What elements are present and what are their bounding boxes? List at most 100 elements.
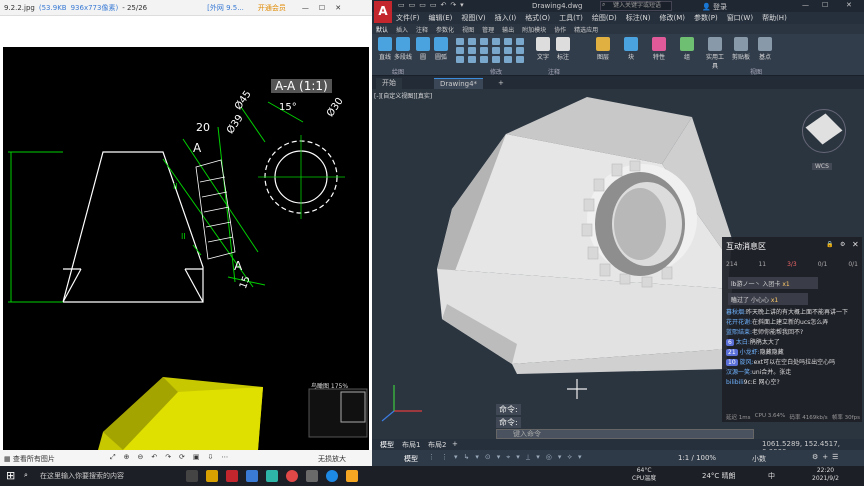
tab-start[interactable]: 开始 xyxy=(376,78,402,89)
modify-tool-icon[interactable] xyxy=(492,47,500,54)
cpu-temp-widget[interactable]: 64°C CPU温度 xyxy=(632,467,656,483)
status-model-button[interactable]: 模型 xyxy=(404,454,418,464)
user-icon[interactable]: 👤 登录 xyxy=(702,2,727,12)
app-icon-4[interactable] xyxy=(306,470,318,482)
menu-item-11[interactable]: 帮助(H) xyxy=(762,13,787,23)
ribbon-group-label[interactable]: 绘图 xyxy=(392,67,404,76)
modify-tool-icon[interactable] xyxy=(480,38,488,45)
modify-tool-icon[interactable] xyxy=(468,56,476,63)
modify-tool-icon[interactable] xyxy=(516,47,524,54)
menu-item-6[interactable]: 绘图(D) xyxy=(592,13,617,23)
menu-item-8[interactable]: 修改(M) xyxy=(659,13,685,23)
ribbon-tab-8[interactable]: 协作 xyxy=(554,25,566,34)
app-icon-3[interactable] xyxy=(286,470,298,482)
menu-item-1[interactable]: 编辑(E) xyxy=(429,13,453,23)
viewport-label[interactable]: [-][自定义视图][真实] xyxy=(374,91,432,100)
modify-tool-icon[interactable] xyxy=(468,38,476,45)
taskbar-search-input[interactable]: 在这里输入你要搜索的内容 xyxy=(40,471,124,481)
keyword-search-input[interactable]: 键入关键字或短语 xyxy=(600,1,672,11)
status-right-icons[interactable]: ⚙+☰ xyxy=(812,453,842,461)
modify-tool-icon[interactable] xyxy=(480,47,488,54)
modify-tool-icon[interactable] xyxy=(480,56,488,63)
viewer-tool-icons[interactable]: ⤢⊕⊖↶↷⟳▣⇩⋯ xyxy=(110,453,236,462)
ribbon-button-10[interactable]: 实用工具 xyxy=(704,37,726,70)
minimize-icon[interactable]: — xyxy=(302,4,309,12)
lossless-zoom-button[interactable]: 无损放大 xyxy=(318,454,346,464)
chat-username[interactable]: bilibili xyxy=(726,379,744,386)
edge-icon[interactable] xyxy=(326,470,338,482)
ribbon-group-label[interactable]: 注释 xyxy=(548,67,560,76)
drafting-toggle-icons[interactable]: ⋮⋮▾↳▾⊙▾⌖▾⟂▾◎▾⟡▾ xyxy=(428,453,588,462)
autocad-logo-icon[interactable]: A xyxy=(374,1,392,23)
weather-widget[interactable]: 24°C 晴朗 xyxy=(702,471,736,481)
annotation-scale[interactable]: 1:1 / 100% xyxy=(678,454,716,462)
close-icon[interactable]: ✕ xyxy=(335,4,341,12)
modify-tool-icon[interactable] xyxy=(468,47,476,54)
ribbon-tab-4[interactable]: 视图 xyxy=(462,25,474,34)
clock[interactable]: 22:20 2021/9/2 xyxy=(812,467,839,483)
ribbon-tab-6[interactable]: 输出 xyxy=(502,25,514,34)
menu-item-9[interactable]: 参数(P) xyxy=(694,13,718,23)
maximize-icon[interactable]: ☐ xyxy=(319,4,325,12)
open-member-link[interactable]: 开通会员 xyxy=(258,3,286,13)
ribbon-tab-9[interactable]: 精选应用 xyxy=(574,25,598,34)
start-windows-icon[interactable]: ⊞ xyxy=(6,469,15,482)
tab-layout2[interactable]: 布局2 xyxy=(428,440,446,450)
lock-icon[interactable]: 🔒 xyxy=(826,241,833,248)
menu-item-2[interactable]: 视图(V) xyxy=(461,13,485,23)
modify-tool-icon[interactable] xyxy=(516,38,524,45)
ribbon-group-label[interactable]: 修改 xyxy=(490,67,502,76)
chat-username[interactable]: 小龙虾: xyxy=(740,349,760,356)
tab-drawing4[interactable]: Drawing4* xyxy=(434,78,484,89)
ribbon-button-4[interactable]: 文字 xyxy=(532,37,554,61)
ribbon-tab-0[interactable]: 默认 xyxy=(376,25,388,34)
modify-tool-icon[interactable] xyxy=(456,38,464,45)
ribbon-tab-3[interactable]: 参数化 xyxy=(436,25,454,34)
minimize-icon[interactable]: — xyxy=(802,1,809,9)
chat-close-icon[interactable]: ✕ xyxy=(852,240,859,249)
units-dropdown[interactable]: 小数 xyxy=(752,454,766,464)
ribbon-button-9[interactable]: 组 xyxy=(676,37,698,61)
ribbon-button-8[interactable]: 特性 xyxy=(648,37,670,61)
ribbon-button-5[interactable]: 标注 xyxy=(552,37,574,61)
modify-tool-icon[interactable] xyxy=(492,38,500,45)
wcs-label[interactable]: WCS xyxy=(812,163,832,170)
modify-tool-icon[interactable] xyxy=(456,56,464,63)
task-view-icon[interactable] xyxy=(186,470,198,482)
ribbon-tab-5[interactable]: 管理 xyxy=(482,25,494,34)
add-tab-icon[interactable]: + xyxy=(492,78,510,89)
chat-username[interactable]: 暮秋烟: xyxy=(726,309,746,316)
chat-username[interactable]: 旋风: xyxy=(740,359,754,366)
maximize-icon[interactable]: ☐ xyxy=(822,1,828,9)
app-icon-5[interactable] xyxy=(346,470,358,482)
ime-indicator[interactable]: 中 xyxy=(768,471,775,481)
quick-access-icons[interactable]: ▭▭▭▭↶↷▾ xyxy=(398,1,468,9)
ribbon-button-1[interactable]: 多段线 xyxy=(392,37,414,61)
modify-tool-icon[interactable] xyxy=(504,47,512,54)
view-all-button[interactable]: ▦ 查看所有图片 xyxy=(4,454,55,464)
menu-item-7[interactable]: 标注(N) xyxy=(626,13,651,23)
command-input[interactable]: 键入命令 xyxy=(496,429,754,439)
modify-tool-icon[interactable] xyxy=(516,56,524,63)
modify-tool-icon[interactable] xyxy=(504,38,512,45)
settings-icon[interactable]: ⚙ xyxy=(840,241,845,248)
menu-item-0[interactable]: 文件(F) xyxy=(396,13,420,23)
modify-tool-icon[interactable] xyxy=(504,56,512,63)
chat-username[interactable]: 太白: xyxy=(736,339,750,346)
file-explorer-icon[interactable] xyxy=(206,470,218,482)
ribbon-button-7[interactable]: 块 xyxy=(620,37,642,61)
close-icon[interactable]: ✕ xyxy=(846,1,852,9)
ribbon-group-label[interactable]: 视图 xyxy=(750,67,762,76)
chat-username[interactable]: 蓝熙结束: xyxy=(726,329,752,336)
modify-tool-icon[interactable] xyxy=(492,56,500,63)
app-icon-2[interactable] xyxy=(266,470,278,482)
ribbon-button-6[interactable]: 图层 xyxy=(592,37,614,61)
menu-item-3[interactable]: 插入(I) xyxy=(495,13,517,23)
autocad-taskbar-icon[interactable] xyxy=(226,470,238,482)
ribbon-button-12[interactable]: 基点 xyxy=(754,37,776,61)
menu-item-5[interactable]: 工具(T) xyxy=(559,13,583,23)
ribbon-button-3[interactable]: 圆弧 xyxy=(430,37,452,61)
search-icon[interactable]: ⌕ xyxy=(24,471,28,480)
ribbon-tab-7[interactable]: 附加模块 xyxy=(522,25,546,34)
chat-username[interactable]: 花开花谢: xyxy=(726,319,752,326)
